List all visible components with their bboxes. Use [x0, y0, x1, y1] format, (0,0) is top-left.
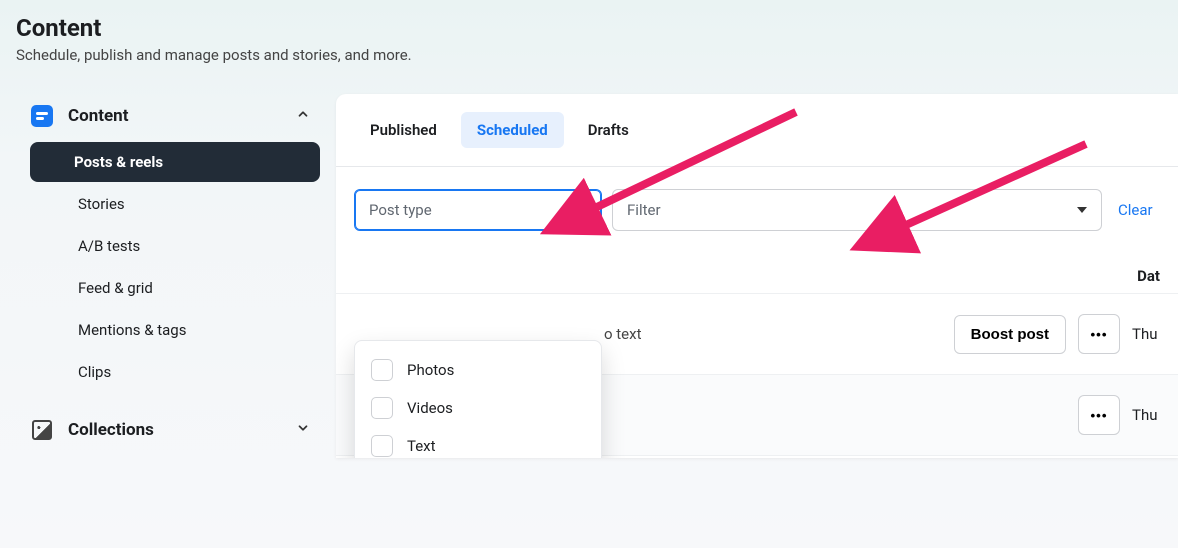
checkbox[interactable] [371, 397, 393, 419]
sidebar-section-label: Collections [68, 420, 282, 440]
page-subtitle: Schedule, publish and manage posts and s… [16, 46, 1162, 64]
sidebar-section-label: Content [68, 106, 282, 126]
sidebar-item-stories[interactable]: Stories [20, 184, 320, 224]
filter-dropdown[interactable]: Filter [612, 189, 1102, 231]
tabs: Published Scheduled Drafts [336, 102, 1178, 167]
page-title: Content [16, 14, 1162, 42]
post-type-dropdown[interactable]: Post type [354, 189, 602, 231]
post-type-menu: Photos Videos Text Links Live Reels [354, 340, 602, 458]
sidebar-item-ab-tests[interactable]: A/B tests [20, 226, 320, 266]
more-button[interactable]: ••• [1078, 314, 1120, 354]
caret-down-icon [577, 207, 587, 213]
post-type-label: Post type [369, 201, 432, 219]
sidebar-section-content[interactable]: Content [16, 94, 324, 138]
sidebar-item-posts-reels[interactable]: Posts & reels [30, 142, 320, 182]
sidebar-item-mentions-tags[interactable]: Mentions & tags [20, 310, 320, 350]
tab-drafts[interactable]: Drafts [572, 112, 645, 148]
sidebar-section-collections[interactable]: Collections [16, 408, 324, 452]
menu-item-text[interactable]: Text [355, 427, 601, 458]
chevron-up-icon [296, 107, 310, 125]
tab-scheduled[interactable]: Scheduled [461, 112, 564, 148]
row-date: Thu [1132, 406, 1160, 424]
boost-post-button[interactable]: Boost post [954, 315, 1066, 354]
menu-item-label: Text [407, 437, 436, 455]
chevron-down-icon [296, 421, 310, 439]
checkbox[interactable] [371, 359, 393, 381]
clear-button[interactable]: Clear [1112, 201, 1153, 219]
sidebar: Content Posts & reels Stories A/B tests … [16, 94, 336, 458]
menu-item-label: Videos [407, 399, 453, 417]
column-header-date: Dat [1137, 267, 1160, 285]
main-panel: Published Scheduled Drafts Post type Fil… [336, 94, 1178, 458]
menu-item-videos[interactable]: Videos [355, 389, 601, 427]
sidebar-item-feed-grid[interactable]: Feed & grid [20, 268, 320, 308]
more-button[interactable]: ••• [1078, 395, 1120, 435]
checkbox[interactable] [371, 435, 393, 457]
row-date: Thu [1132, 325, 1160, 343]
menu-item-label: Photos [407, 361, 454, 379]
menu-item-photos[interactable]: Photos [355, 351, 601, 389]
filter-label: Filter [627, 201, 661, 219]
tab-published[interactable]: Published [354, 112, 453, 148]
collections-icon [30, 418, 54, 442]
caret-down-icon [1077, 207, 1087, 213]
content-icon [30, 104, 54, 128]
sidebar-item-clips[interactable]: Clips [20, 352, 320, 392]
